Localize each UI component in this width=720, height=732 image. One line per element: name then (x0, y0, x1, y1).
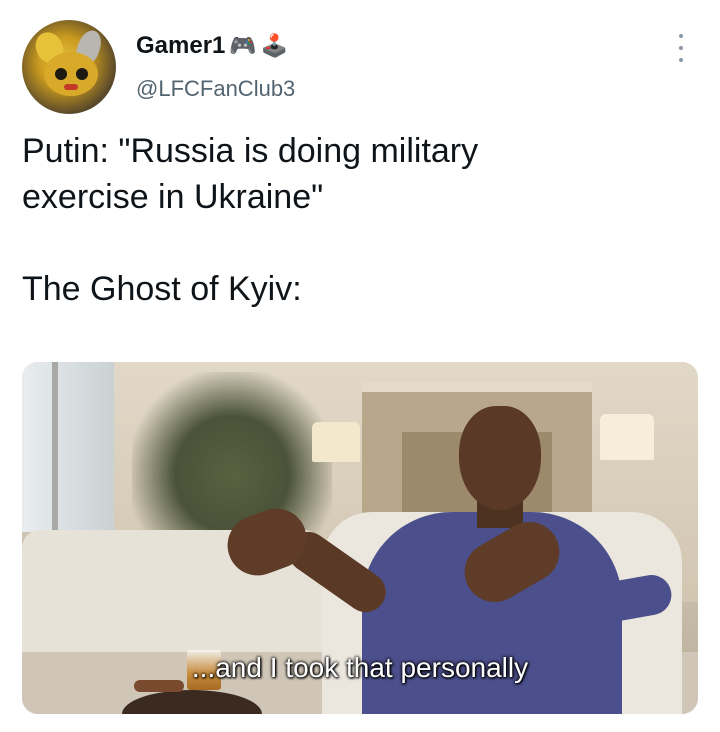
more-dot (679, 46, 683, 50)
lamp-left (312, 422, 360, 462)
more-dot (679, 34, 683, 38)
plant (132, 372, 332, 542)
tweet-card[interactable]: Gamer1 🎮 🕹️ @LFCFanClub3 Putin: "Russia … (0, 0, 720, 732)
display-name-text: Gamer1 (136, 32, 226, 59)
lamp-right (600, 414, 654, 460)
joystick-icon: 🕹️ (260, 33, 289, 58)
background-window (22, 362, 114, 532)
avatar-mouth (64, 84, 78, 90)
tweet-text-line-1: Putin: "Russia is doing military (22, 132, 479, 170)
window-frame (52, 362, 58, 532)
user-handle[interactable]: @LFCFanClub3 (136, 76, 295, 102)
tweet-media-image[interactable]: ...and I took that personally (22, 362, 698, 714)
game-controller-icon: 🎮 (229, 33, 257, 58)
tweet-text: Putin: "Russia is doing military exercis… (22, 128, 692, 312)
more-dot (679, 58, 683, 62)
tweet-text-line-2: exercise in Ukraine" (22, 178, 324, 216)
tweet-text-line-3: The Ghost of Kyiv: (22, 270, 302, 308)
media-caption: ...and I took that personally (191, 652, 529, 683)
more-options-icon[interactable] (674, 34, 688, 62)
avatar-eye-right (76, 68, 88, 80)
avatar-eye-left (55, 68, 67, 80)
person-head (459, 406, 541, 510)
display-name[interactable]: Gamer1 🎮 🕹️ (136, 32, 288, 60)
user-avatar[interactable] (22, 20, 116, 114)
